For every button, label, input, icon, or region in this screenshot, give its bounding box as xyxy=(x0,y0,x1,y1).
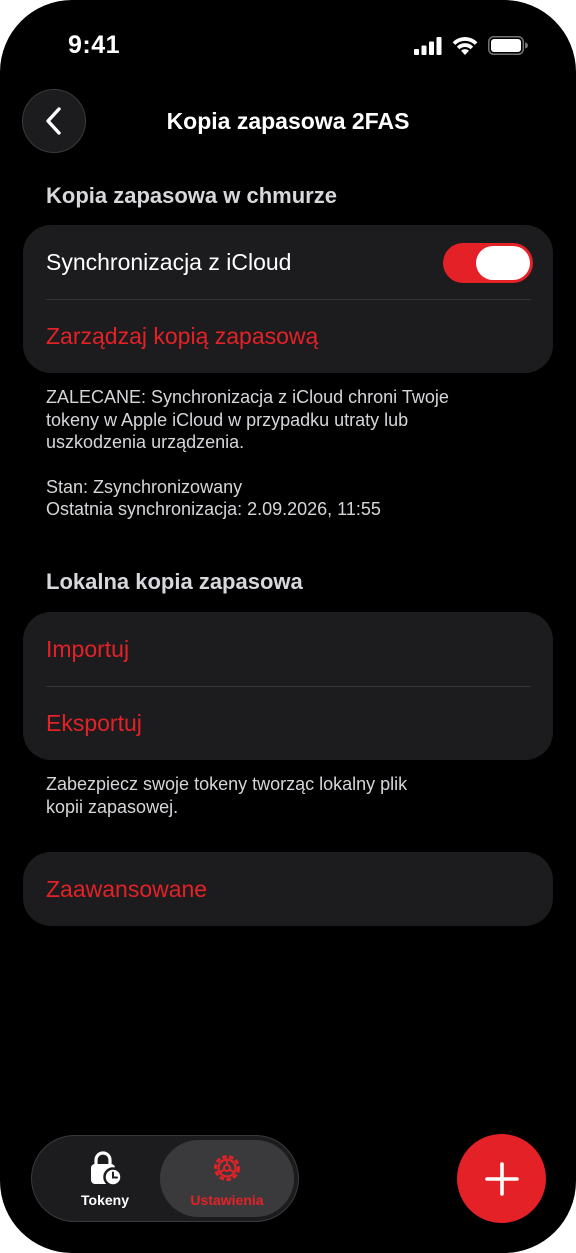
tab-tokens[interactable]: Tokeny xyxy=(36,1140,174,1217)
gear-icon xyxy=(214,1154,240,1181)
cellular-signal-icon xyxy=(414,36,442,55)
sync-status-text: Stan: Zsynchronizowany xyxy=(46,477,243,497)
tab-settings-label: Ustawienia xyxy=(190,1191,264,1208)
icloud-sync-label: Synchronizacja z iCloud xyxy=(46,248,292,275)
page-title: Kopia zapasowa 2FAS xyxy=(166,108,410,134)
local-backup-card: Importuj Eksportuj xyxy=(23,612,553,760)
import-button[interactable]: Importuj xyxy=(23,612,553,686)
advanced-button[interactable]: Zaawansowane xyxy=(23,852,553,926)
lock-clock-icon xyxy=(91,1150,123,1186)
cloud-footer-text: ZALECANE: Synchronizacja z iCloud chroni… xyxy=(46,387,449,452)
tab-tokens-label: Tokeny xyxy=(81,1191,129,1208)
toggle-knob xyxy=(476,246,530,280)
status-icons xyxy=(414,36,528,55)
wifi-icon xyxy=(452,37,478,55)
status-time: 9:41 xyxy=(68,31,121,59)
last-sync-text: Ostatnia synchronizacja: 2.09.2026, 11:5… xyxy=(46,499,381,519)
section-header-local: Lokalna kopia zapasowa xyxy=(46,569,303,594)
advanced-card: Zaawansowane xyxy=(23,852,553,926)
icloud-sync-row: Synchronizacja z iCloud xyxy=(23,225,553,299)
plus-icon xyxy=(484,1161,519,1196)
advanced-label: Zaawansowane xyxy=(46,875,208,902)
add-token-button[interactable] xyxy=(457,1134,546,1223)
export-button[interactable]: Eksportuj xyxy=(23,686,553,760)
import-label: Importuj xyxy=(46,635,130,662)
section-header-cloud: Kopia zapasowa w chmurze xyxy=(46,183,337,208)
phone-screen: 9:41 Kopia zapasowa 2FAS Kopia zapasowa … xyxy=(0,0,576,1253)
battery-icon xyxy=(488,36,528,55)
icloud-sync-toggle[interactable] xyxy=(443,243,533,283)
manage-backup-label: Zarządzaj kopią zapasową xyxy=(46,322,319,349)
export-label: Eksportuj xyxy=(46,709,142,736)
local-footer-text: Zabezpiecz swoje tokeny tworząc lokalny … xyxy=(46,774,408,817)
cloud-backup-card: Synchronizacja z iCloud Zarządzaj kopią … xyxy=(23,225,553,373)
tab-settings[interactable]: Ustawienia xyxy=(160,1140,294,1217)
tab-bar: Tokeny Ustawienia xyxy=(31,1135,299,1222)
manage-backup-button[interactable]: Zarządzaj kopią zapasową xyxy=(23,299,553,373)
